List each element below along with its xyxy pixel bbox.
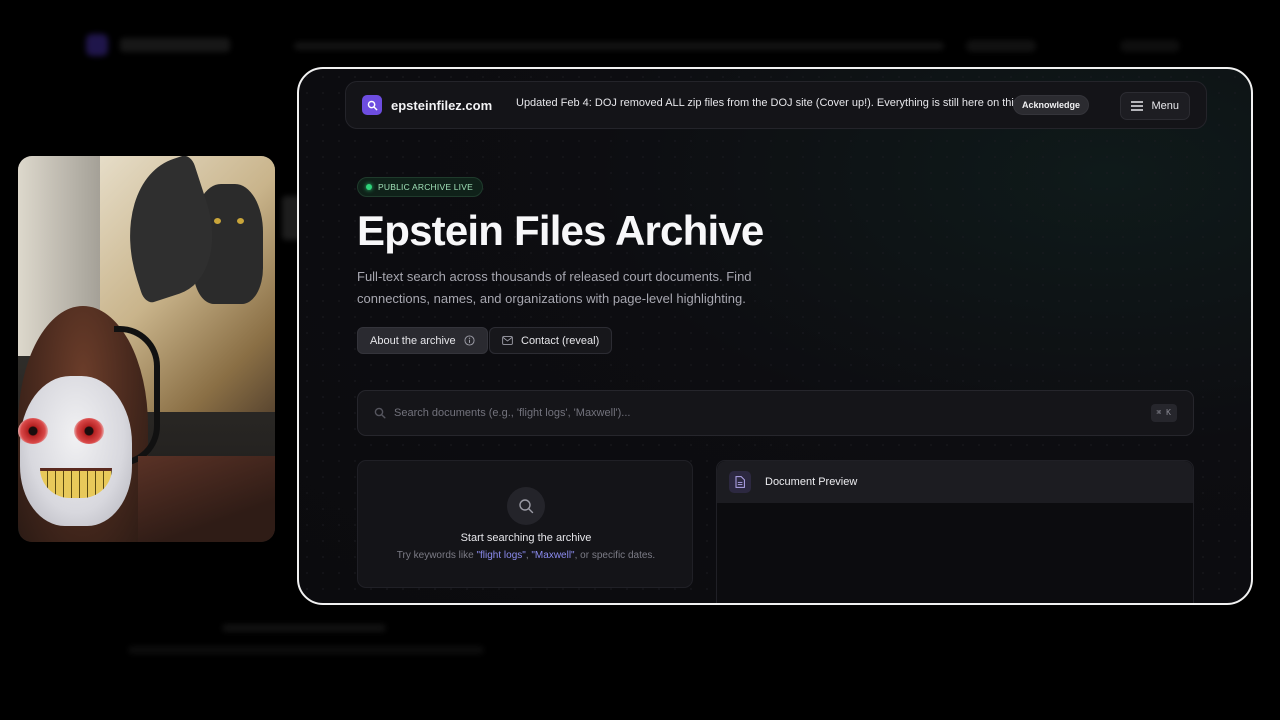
search-input[interactable] [394,407,1151,419]
keyboard-shortcut-hint: ⌘ K [1150,404,1177,422]
search-results-panel: Start searching the archive Try keywords… [357,460,693,588]
results-search-icon-badge [507,487,545,525]
background-announcement [294,42,944,50]
winged-cat-eyes [214,218,244,224]
page-title: Epstein Files Archive [357,207,764,254]
document-preview-header: Document Preview [717,461,1193,503]
info-icon [464,335,475,346]
hint-suffix: , or specific dates. [574,550,656,561]
announcement-text: Updated Feb 4: DOJ removed ALL zip files… [516,97,1043,109]
background-results-hint [128,646,484,654]
winged-cat-figure [193,184,263,304]
status-badge: PUBLIC ARCHIVE LIVE [357,177,483,197]
streamer-jacket [138,456,275,542]
hint-prefix: Try keywords like [396,550,477,561]
live-dot-icon [366,184,372,190]
site-brand[interactable]: epsteinfilez.com [391,98,492,113]
background-menu [1120,40,1180,52]
search-bar[interactable]: ⌘ K [357,390,1194,436]
status-badge-label: PUBLIC ARCHIVE LIVE [378,182,473,192]
about-archive-label: About the archive [370,334,456,347]
site-logo[interactable] [362,95,382,115]
page-subtitle: Full-text search across thousands of rel… [357,269,752,306]
document-icon [735,476,745,488]
acknowledge-button[interactable]: Acknowledge [1013,95,1090,115]
background-brand [120,38,230,52]
hamburger-icon [1131,101,1144,111]
mask-left-eye [18,418,48,444]
background-logo [86,34,108,56]
menu-label: Menu [1151,100,1179,112]
search-icon [519,499,534,514]
empty-state-title: Start searching the archive [460,532,592,544]
document-icon-badge [729,471,751,493]
streamer-mask [20,376,132,526]
empty-state-hint: Try keywords like "flight logs", "Maxwel… [358,550,694,561]
document-preview-panel: Document Preview [716,460,1194,603]
search-icon [367,100,377,110]
mask-right-eye [74,418,104,444]
webcam-overlay [18,156,275,542]
background-results-title [222,624,386,632]
about-archive-button[interactable]: About the archive [357,327,488,354]
contact-reveal-button[interactable]: Contact (reveal) [489,327,613,354]
background-acknowledge [966,40,1036,52]
browser-viewport: epsteinfilez.com Updated Feb 4: DOJ remo… [297,67,1253,605]
search-icon [374,407,386,419]
menu-button[interactable]: Menu [1120,92,1190,120]
keyword-maxwell-link[interactable]: "Maxwell" [531,550,574,561]
top-navigation-bar: epsteinfilez.com Updated Feb 4: DOJ remo… [345,81,1207,129]
keyword-flight-logs-link[interactable]: "flight logs" [476,550,525,561]
contact-reveal-label: Contact (reveal) [521,334,600,347]
mail-icon [502,336,513,345]
document-preview-title: Document Preview [765,476,858,488]
